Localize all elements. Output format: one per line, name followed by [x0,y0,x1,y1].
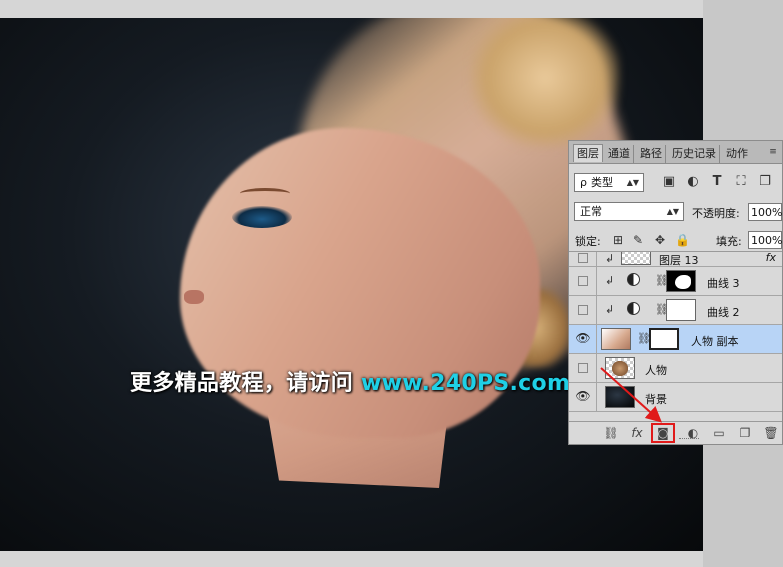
visibility-toggle[interactable] [569,296,597,324]
chevron-updown-icon: ▲▼ [666,207,679,216]
tab-paths[interactable]: 路径 [637,145,666,163]
layer-row[interactable]: ↲ ⛓ 曲线 3 [569,267,782,296]
layer-name[interactable]: 背景 [645,391,667,407]
layer-row[interactable]: 👁 背景 [569,383,782,412]
layer-name[interactable]: 曲线 3 [707,275,740,291]
visibility-off-box [578,276,588,286]
layer-mask-thumbnail[interactable] [666,299,696,321]
layer-row[interactable]: ↲ ⛓ 曲线 2 [569,296,782,325]
lock-pixels-icon[interactable]: ✎ [631,233,645,247]
lock-position-icon[interactable]: ✥ [653,233,667,247]
link-icon[interactable]: ⛓ [603,425,619,441]
fx-icon[interactable]: fx [629,425,645,441]
layer-thumbnail[interactable] [605,357,635,379]
eye-icon: 👁 [575,331,591,345]
mask-shape [675,275,691,289]
layers-panel: 图层 通道 路径 历史记录 动作 ≡ ρ 类型 ▲▼ ▣ ◐ T ⛶ ❐ 正常 ▲… [568,140,783,445]
layer-thumbnail[interactable] [605,386,635,408]
tab-channels[interactable]: 通道 [605,145,634,163]
add-mask-highlight [651,423,675,443]
transform-icon[interactable]: ⛶ [733,174,749,190]
visibility-toggle[interactable] [569,252,597,266]
panel-menu-icon[interactable]: ≡ [766,147,780,157]
filter-search-icon: ρ [580,176,587,189]
fill-label: 填充: [716,235,742,248]
layer-name[interactable]: 人物 副本 [691,333,739,349]
thumb-figure [612,361,628,376]
layer-mask-thumbnail[interactable] [649,328,679,350]
type-icon[interactable]: T [709,174,725,190]
layer-row[interactable]: 👁 ⛓ 人物 副本 [569,325,782,354]
visibility-toggle[interactable] [569,267,597,295]
curves-adjustment-icon [627,302,640,315]
resize-grip[interactable] [679,438,699,442]
layer-thumbnail [621,252,651,265]
blend-mode-value: 正常 [580,205,602,218]
trash-icon[interactable]: 🗑 [763,425,779,441]
visibility-toggle[interactable] [569,354,597,382]
layers-list: ↲ 图层 13 fx ↲ ⛓ 曲线 3 ↲ ⛓ 曲线 2 👁 ⛓ 人物 副本 人… [569,251,782,422]
curves-adjustment-icon [627,273,640,286]
eye-makeup [232,206,292,228]
tab-layers[interactable]: 图层 [573,144,603,162]
layer-mask-thumbnail[interactable] [666,270,696,292]
layer-name[interactable]: 图层 13 [659,252,699,268]
opacity-label: 不透明度: [692,207,740,220]
chevron-updown-icon: ▲▼ [626,178,639,187]
clip-arrow-icon: ↲ [605,274,615,287]
smart-object-icon[interactable]: ❐ [757,174,773,190]
lock-all-icon[interactable]: 🔒 [675,233,690,247]
watermark-text: 更多精品教程，请访问 [130,371,354,396]
visibility-off-box [578,253,588,263]
watermark: 更多精品教程，请访问 www.240PS.com [130,365,570,397]
clip-arrow-icon: ↲ [605,303,615,316]
watermark-url: www.240PS.com [361,371,571,396]
eyebrow [240,188,290,199]
tab-actions[interactable]: 动作 [723,145,751,163]
blend-mode-select[interactable]: 正常 ▲▼ [574,202,684,221]
visibility-toggle[interactable]: 👁 [569,383,597,411]
eye-icon: 👁 [575,389,591,403]
clip-arrow-icon: ↲ [605,252,615,265]
filter-value: 类型 [590,176,613,189]
visibility-toggle[interactable]: 👁 [569,325,597,353]
folder-icon[interactable]: ▭ [711,425,727,441]
layer-name[interactable]: 人物 [645,362,667,378]
layer-name[interactable]: 曲线 2 [707,304,740,320]
visibility-off-box [578,305,588,315]
visibility-off-box [578,363,588,373]
panel-bottom-bar: ⛓ fx ◙ ◐ ▭ ❐ 🗑 [569,421,782,444]
lock-transparency-icon[interactable]: ⊞ [611,233,625,247]
lock-label: 锁定: [575,235,601,248]
layer-row[interactable]: ↲ 图层 13 fx [569,252,782,268]
layer-filter-select[interactable]: ρ 类型 ▲▼ [574,173,644,192]
panel-tabs: 图层 通道 路径 历史记录 动作 ≡ [569,141,782,164]
hair-tip [470,18,620,148]
layer-thumbnail[interactable] [601,328,631,350]
layer-row[interactable]: 人物 [569,354,782,383]
lips [184,290,204,304]
opacity-input[interactable]: 100% [748,203,782,221]
adjustment-icon[interactable]: ◐ [685,174,701,190]
fx-icon[interactable]: fx [766,252,776,264]
image-icon[interactable]: ▣ [661,174,677,190]
new-layer-icon[interactable]: ❐ [737,425,753,441]
fill-input[interactable]: 100% [748,231,782,249]
tab-history[interactable]: 历史记录 [669,145,720,163]
